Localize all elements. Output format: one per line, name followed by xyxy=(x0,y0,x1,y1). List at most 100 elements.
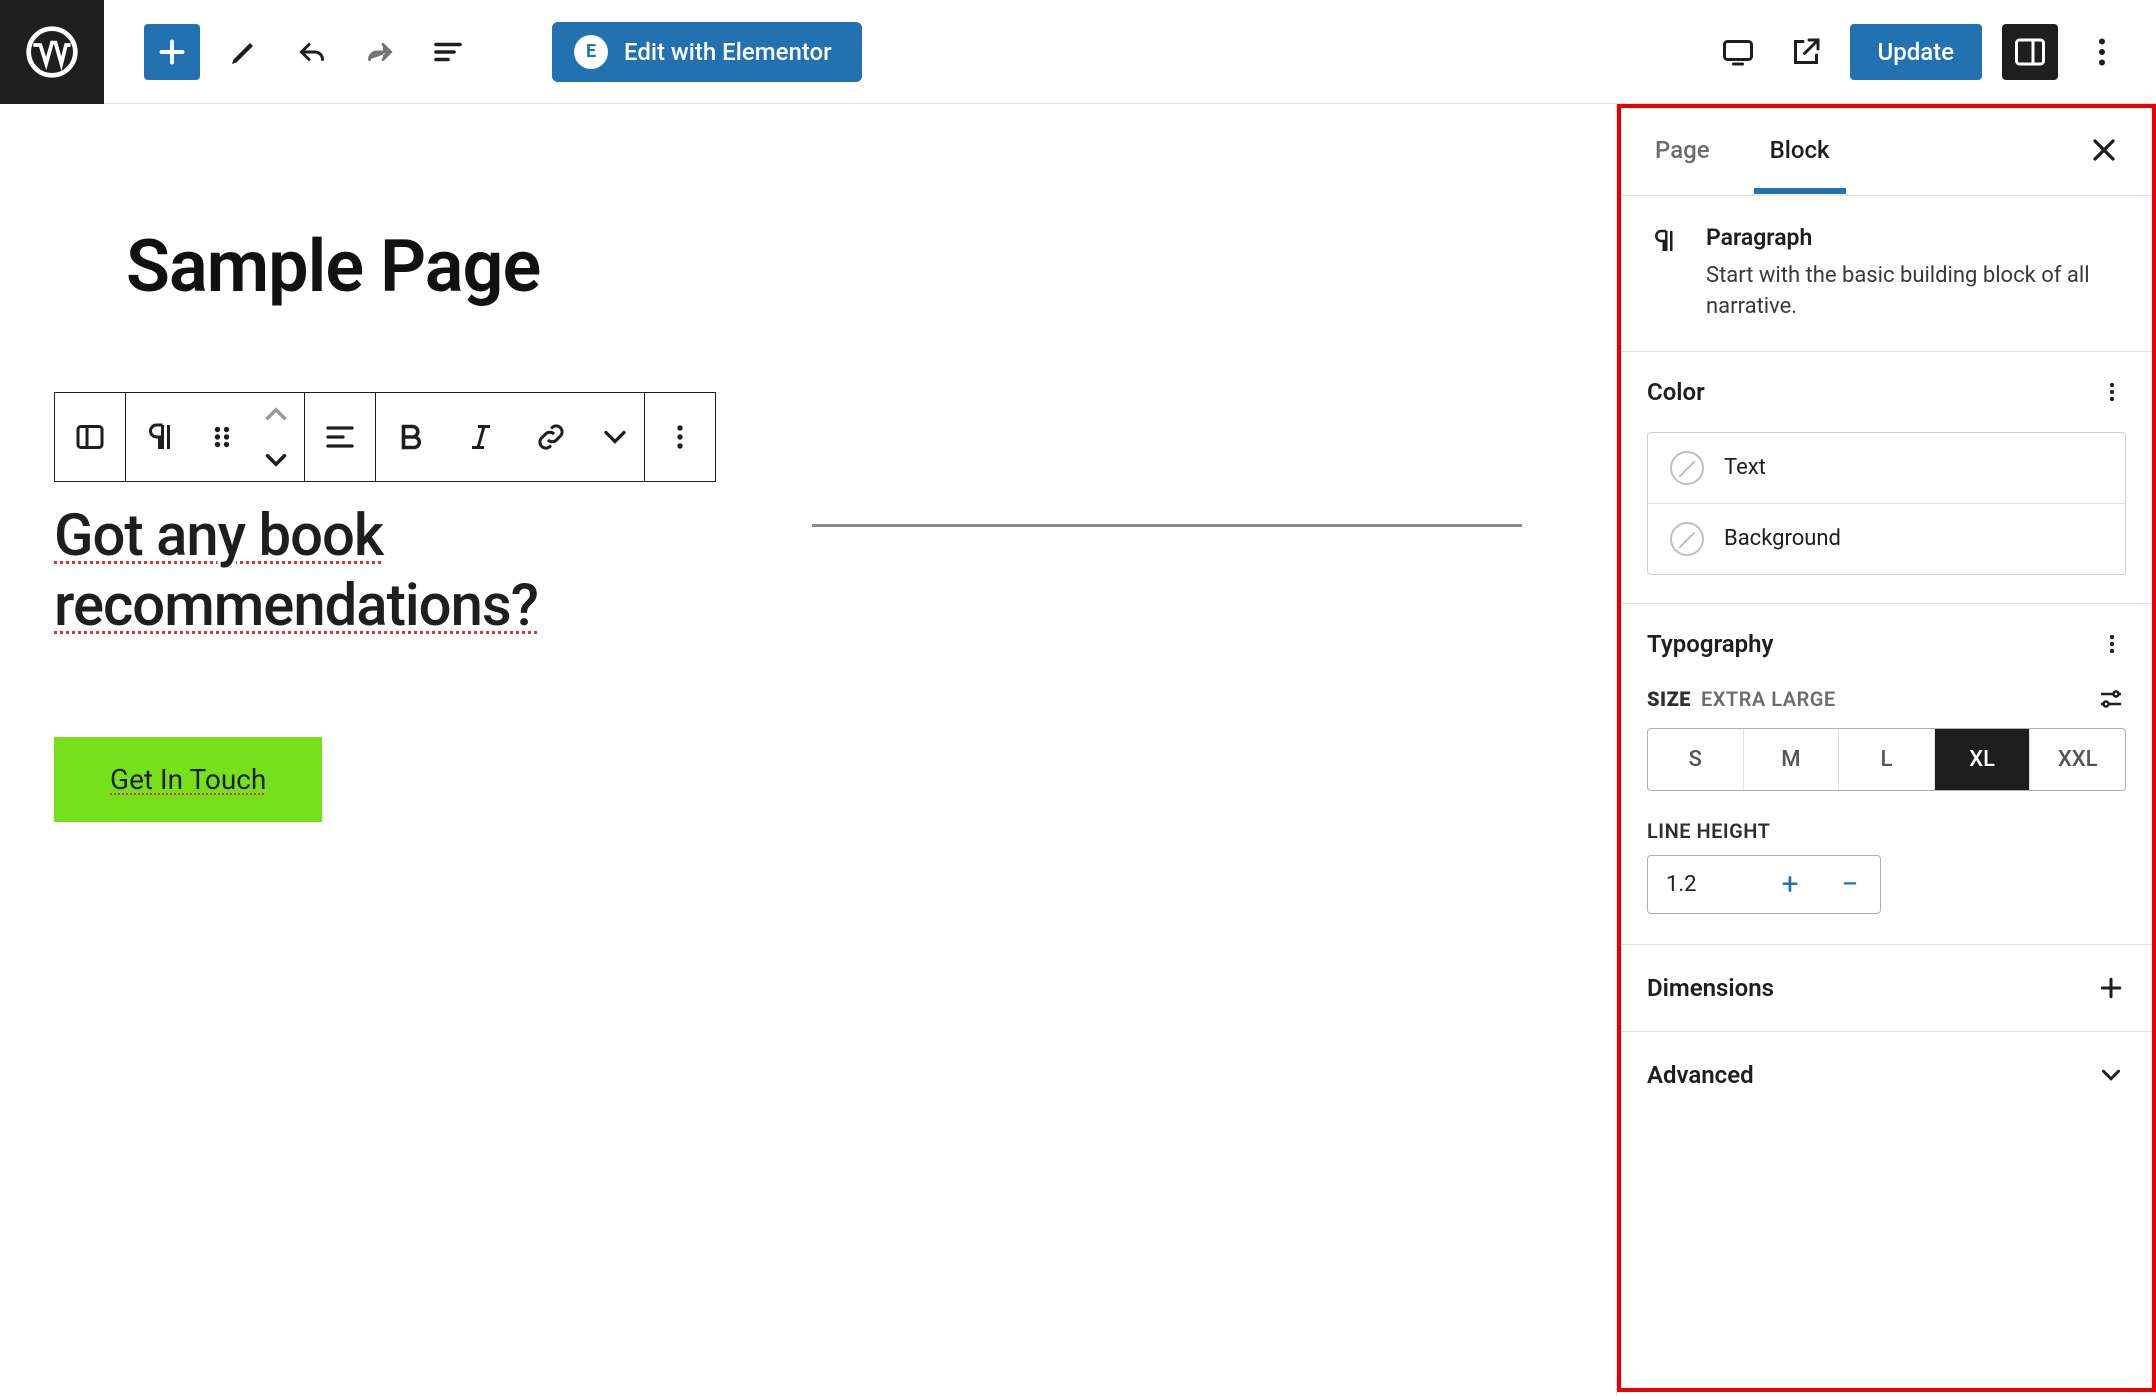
size-l[interactable]: L xyxy=(1838,729,1934,790)
more-vertical-icon xyxy=(662,419,698,455)
edit-elementor-label: Edit with Elementor xyxy=(624,38,832,66)
italic-button[interactable] xyxy=(446,393,516,481)
typography-panel-head[interactable]: Typography xyxy=(1617,604,2156,684)
background-color-row[interactable]: Background xyxy=(1648,503,2125,574)
paragraph-block-icon xyxy=(1647,224,1682,323)
block-description-text: Start with the basic building block of a… xyxy=(1706,261,2126,323)
link-icon xyxy=(533,419,569,455)
block-name: Paragraph xyxy=(1706,224,2126,251)
size-s[interactable]: S xyxy=(1648,729,1743,790)
empty-swatch-icon xyxy=(1670,522,1704,556)
line-height-label: LINE HEIGHT xyxy=(1617,819,2156,855)
paragraph-line1: Got any book xyxy=(54,502,383,570)
redo-icon xyxy=(362,34,398,70)
button-block[interactable]: Get In Touch xyxy=(54,737,322,822)
page-title[interactable]: Sample Page xyxy=(126,224,540,309)
size-row: SIZEEXTRA LARGE xyxy=(1617,684,2156,728)
tools-button[interactable] xyxy=(220,28,268,76)
drag-icon xyxy=(204,419,240,455)
edit-with-elementor-button[interactable]: E Edit with Elementor xyxy=(552,22,862,82)
redo-button[interactable] xyxy=(356,28,404,76)
size-segmented-control: S M L XL XXL xyxy=(1647,728,2126,791)
toolbar-right: Update xyxy=(1714,24,2156,80)
color-panel: Color Text Background xyxy=(1617,352,2156,604)
line-height-decrease[interactable]: − xyxy=(1820,856,1880,912)
wordpress-icon xyxy=(24,24,80,80)
block-options-button[interactable] xyxy=(645,393,715,481)
block-description: Paragraph Start with the basic building … xyxy=(1617,196,2156,352)
panel-icon xyxy=(2012,34,2048,70)
text-color-label: Text xyxy=(1724,455,1766,480)
undo-button[interactable] xyxy=(288,28,336,76)
pencil-icon xyxy=(226,34,262,70)
view-page-button[interactable] xyxy=(1782,28,1830,76)
list-view-icon xyxy=(430,34,466,70)
transform-button[interactable] xyxy=(126,393,196,481)
close-sidebar-button[interactable] xyxy=(2080,126,2128,174)
settings-sliders-icon[interactable] xyxy=(2096,684,2126,714)
paragraph-line2: recommendations? xyxy=(54,572,538,640)
chevron-down-icon xyxy=(597,419,633,455)
background-color-label: Background xyxy=(1724,526,1841,551)
options-menu-button[interactable] xyxy=(2078,28,2126,76)
tab-page[interactable]: Page xyxy=(1645,106,1720,194)
column-icon xyxy=(72,419,108,455)
line-height-value[interactable]: 1.2 xyxy=(1648,856,1760,913)
drag-handle[interactable] xyxy=(196,393,248,481)
document-overview-button[interactable] xyxy=(424,28,472,76)
paragraph-icon xyxy=(1650,226,1680,256)
chevron-down-icon xyxy=(2096,1060,2126,1090)
typography-panel: Typography SIZEEXTRA LARGE S M L XL XXL … xyxy=(1617,604,2156,945)
more-vertical-icon[interactable] xyxy=(2098,378,2126,406)
view-desktop-button[interactable] xyxy=(1714,28,1762,76)
update-label: Update xyxy=(1878,38,1955,66)
more-vertical-icon xyxy=(2084,34,2120,70)
color-heading: Color xyxy=(1647,378,1705,406)
align-button[interactable] xyxy=(305,393,375,481)
dimensions-heading: Dimensions xyxy=(1647,974,1774,1002)
advanced-heading: Advanced xyxy=(1647,1061,1754,1089)
italic-icon xyxy=(463,419,499,455)
size-xxl[interactable]: XXL xyxy=(2029,729,2125,790)
link-button[interactable] xyxy=(516,393,586,481)
bold-button[interactable] xyxy=(376,393,446,481)
add-block-button[interactable] xyxy=(144,24,200,80)
plus-icon xyxy=(2096,973,2126,1003)
button-label: Get In Touch xyxy=(110,763,266,796)
block-toolbar xyxy=(54,392,716,482)
editor-main: Sample Page xyxy=(0,104,2156,1396)
settings-sidebar: Page Block Paragraph Start with the basi… xyxy=(1616,104,2156,1396)
dimensions-panel[interactable]: Dimensions xyxy=(1617,945,2156,1032)
move-buttons xyxy=(248,393,304,481)
chevron-down-icon[interactable] xyxy=(259,443,293,477)
size-m[interactable]: M xyxy=(1743,729,1839,790)
select-parent-button[interactable] xyxy=(55,393,125,481)
text-color-row[interactable]: Text xyxy=(1648,433,2125,503)
size-xl[interactable]: XL xyxy=(1934,729,2030,790)
paragraph-icon xyxy=(143,419,179,455)
elementor-icon: E xyxy=(574,35,608,69)
line-height-control: 1.2 + − xyxy=(1647,855,1881,914)
size-label: SIZEEXTRA LARGE xyxy=(1647,687,1836,711)
typography-heading: Typography xyxy=(1647,630,1773,658)
color-list: Text Background xyxy=(1647,432,2126,575)
bold-icon xyxy=(393,419,429,455)
editor-canvas[interactable]: Sample Page xyxy=(0,104,1616,1396)
align-left-icon xyxy=(322,419,358,455)
settings-sidebar-toggle[interactable] xyxy=(2002,24,2058,80)
undo-icon xyxy=(294,34,330,70)
color-panel-head[interactable]: Color xyxy=(1617,352,2156,432)
selection-indicator xyxy=(812,524,1522,527)
update-button[interactable]: Update xyxy=(1850,24,1983,80)
more-vertical-icon[interactable] xyxy=(2098,630,2126,658)
line-height-increase[interactable]: + xyxy=(1760,856,1820,912)
plus-icon xyxy=(154,34,190,70)
tab-block[interactable]: Block xyxy=(1760,106,1840,194)
desktop-icon xyxy=(1720,34,1756,70)
more-text-options-button[interactable] xyxy=(586,393,644,481)
external-link-icon xyxy=(1788,34,1824,70)
wordpress-logo-button[interactable] xyxy=(0,0,104,104)
advanced-panel[interactable]: Advanced xyxy=(1617,1032,2156,1118)
chevron-up-icon[interactable] xyxy=(259,397,293,431)
paragraph-block[interactable]: Got any book recommendations? xyxy=(54,502,538,641)
